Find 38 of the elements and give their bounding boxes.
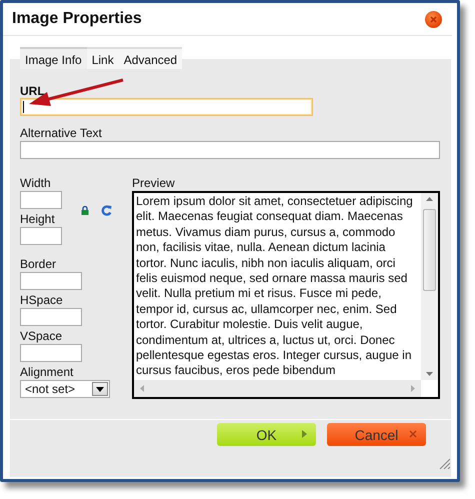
field-label: Width (20, 176, 52, 190)
field-label: VSpace (20, 329, 64, 343)
window-title: Image Properties (12, 10, 142, 28)
spacing-field[interactable] (20, 272, 82, 290)
field-label: Alignment (20, 365, 74, 379)
preview-text: Lorem ipsum dolor sit amet, consectetuer adipiscing elit. Maecenas feugiat consequat diam. Maecenas metus. Vivamus diam purus, cursus a, commodo non, facilisis vitae, nulla. Aenean dictum lacinia tortor. Nunc iaculis, nibh non iaculis aliquam, orci felis euismod neque, sed ornare massa mauris sed velit. Nulla pretium mi et risus. Fusce mi pede, tempor id, cursus ac, ullamcorper nec, enim. Sed tortor. Curabitur molestie. Duis velit augue, condimentum at, ultrices a, luctus ut, orci. Donec pellentesque egestas eros. Integer cursus, augue in cursus faucibus, eros pede bibendum (135, 193, 414, 380)
alt-text-field[interactable] (20, 141, 440, 159)
dropdown-arrow-icon[interactable] (96, 386, 104, 392)
scroll-up-icon[interactable] (426, 197, 433, 201)
width-field[interactable] (20, 191, 62, 209)
scroll-right-icon[interactable] (411, 385, 415, 392)
spacing-field[interactable] (20, 344, 82, 362)
tab[interactable]: Link (86, 47, 119, 69)
play-icon (302, 430, 307, 438)
scroll-left-icon[interactable] (140, 385, 144, 392)
scroll-down-icon[interactable] (426, 372, 433, 376)
field-label: Preview (132, 176, 176, 190)
field-label: Height (20, 212, 56, 226)
tab[interactable]: Advanced (118, 47, 182, 69)
height-field[interactable] (20, 227, 62, 245)
ok-button[interactable]: OK (217, 423, 316, 446)
refresh-icon[interactable] (101, 205, 112, 216)
alignment-dropdown[interactable]: <not set> (20, 380, 110, 398)
scroll-thumb[interactable] (423, 209, 436, 291)
cancel-button[interactable]: Cancel (327, 423, 426, 446)
close-icon[interactable] (425, 10, 442, 28)
tab[interactable]: Image Info (20, 47, 87, 69)
close-icon (409, 430, 417, 438)
vertical-scrollbar[interactable] (421, 193, 438, 380)
resize-grip-icon[interactable] (438, 457, 450, 469)
horizontal-scrollbar[interactable] (134, 380, 421, 397)
field-label: Border (20, 257, 58, 271)
field-label: Alternative Text (20, 126, 103, 140)
lock-icon[interactable] (81, 206, 89, 215)
spacing-field[interactable] (20, 308, 82, 326)
url-field[interactable] (20, 98, 313, 116)
field-label: URL (20, 84, 46, 98)
field-label: HSpace (20, 293, 64, 307)
